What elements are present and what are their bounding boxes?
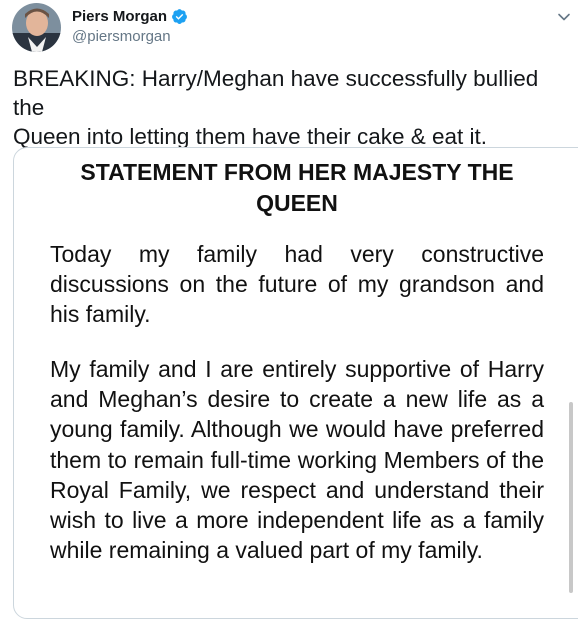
verified-badge-icon [171, 8, 188, 25]
scrollbar[interactable] [569, 402, 573, 593]
chevron-down-icon[interactable] [557, 10, 571, 24]
statement-paragraph: Today my family had very constructive di… [50, 241, 544, 328]
tweet-text: BREAKING: Harry/Meghan have successfully… [13, 66, 539, 149]
author-display-name[interactable]: Piers Morgan [72, 8, 167, 25]
statement-title: STATEMENT FROM HER MAJESTY THE QUEEN [80, 159, 514, 216]
avatar[interactable] [12, 3, 61, 52]
author-name-row: Piers Morgan [72, 8, 188, 25]
statement-paragraph: My family and I are entirely supportive … [50, 356, 544, 564]
author-handle[interactable]: @piersmorgan [72, 28, 171, 45]
tweet-media-image[interactable]: STATEMENT FROM HER MAJESTY THE QUEEN Tod… [13, 147, 578, 619]
